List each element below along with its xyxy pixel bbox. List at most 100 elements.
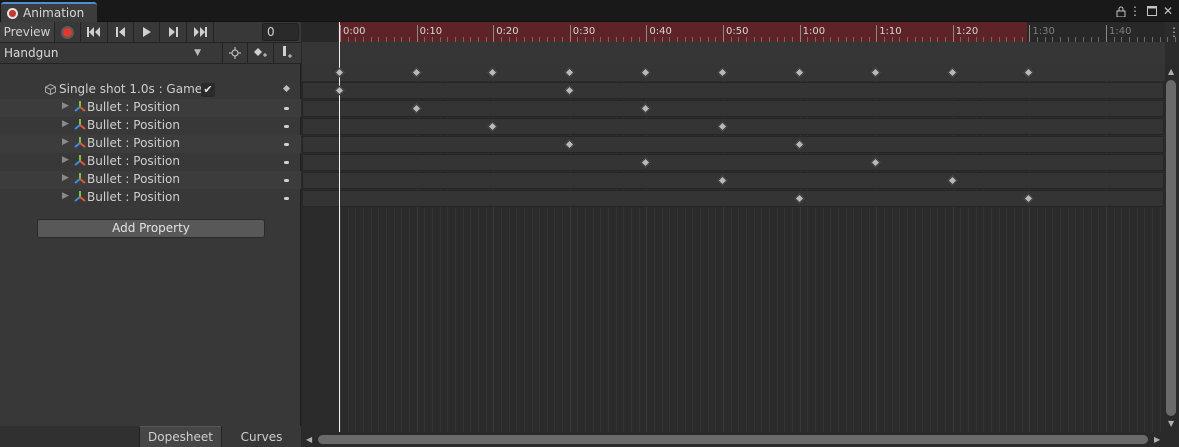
scroll-right-icon[interactable]: ▶ — [1154, 435, 1160, 444]
gameobject-cube-icon — [45, 84, 56, 95]
record-button[interactable] — [55, 22, 81, 42]
add-keyframe-button[interactable] — [247, 43, 272, 63]
ruler-tick-label: 0:30 — [572, 26, 596, 37]
active-checkbox[interactable]: ✔ — [201, 83, 215, 97]
maximize-icon[interactable] — [1145, 4, 1159, 18]
window-tab-bar: Animation ⋮ ✕ — [0, 0, 1179, 22]
tab-curves[interactable]: Curves — [221, 426, 301, 447]
ruler-tick-label: 0:00 — [343, 26, 366, 37]
clip-toolbar: Handgun ▼ — [0, 43, 301, 64]
crosshair-icon — [229, 47, 241, 59]
keyframe-dot-icon[interactable] — [284, 107, 289, 110]
next-key-button[interactable] — [160, 22, 187, 42]
property-row-bullet[interactable]: ▶ Bullet : Position — [0, 189, 301, 207]
filter-by-selection-button[interactable] — [222, 43, 247, 63]
add-event-button[interactable] — [273, 43, 298, 63]
scroll-down-icon[interactable]: ▼ — [1168, 419, 1174, 428]
time-ruler[interactable]: 0:00 0:10 0:20 0:30 0:40 0:50 1:00 1:10 1:20 1:30… — [302, 22, 1176, 42]
prev-key-icon — [116, 27, 125, 37]
track-row[interactable] — [302, 190, 1164, 207]
property-row-bullet[interactable]: ▶ Bullet : Position — [0, 99, 301, 117]
vertical-scroll-thumb[interactable] — [1166, 80, 1176, 416]
keyframe-toggle-icon[interactable] — [282, 84, 291, 93]
playhead[interactable] — [339, 22, 340, 432]
animation-tab-label: Animation — [23, 6, 85, 20]
track-row[interactable] — [302, 154, 1164, 171]
track-row[interactable] — [302, 118, 1164, 135]
ruler-tick-label: 0:40 — [649, 26, 672, 37]
property-label: Bullet : Position — [87, 136, 180, 150]
keyframe-dot-icon[interactable] — [284, 143, 289, 146]
ruler-tick-label: 0:20 — [496, 26, 519, 37]
expand-arrow-icon[interactable]: ▶ — [62, 101, 69, 111]
property-row-object[interactable]: Single shot 1.0s : Game O ✔ — [0, 81, 301, 99]
keyframe-dot-icon[interactable] — [284, 161, 289, 164]
property-row-bullet[interactable]: ▶ Bullet : Position — [0, 135, 301, 153]
ruler-major-tick — [1106, 25, 1107, 42]
next-key-icon — [168, 27, 178, 37]
dopesheet-timeline[interactable]: 0:00 0:10 0:20 0:30 0:40 0:50 1:00 1:10 1:20 1:30… — [302, 22, 1179, 447]
frame-field[interactable]: 0 — [262, 23, 299, 41]
property-panel: Preview 0 Handgun ▼ Single shot 1.0s: G… — [0, 22, 301, 447]
first-key-button[interactable] — [81, 22, 108, 42]
play-button[interactable] — [134, 22, 160, 42]
event-lane[interactable] — [302, 42, 1165, 64]
scroll-up-icon[interactable]: ▲ — [1168, 67, 1174, 76]
expand-arrow-icon[interactable]: ▶ — [62, 119, 69, 129]
ruler-major-tick — [493, 25, 495, 42]
ruler-tick-label: 1:10 — [879, 26, 902, 37]
clip-dropdown[interactable]: Handgun ▼ — [0, 43, 209, 63]
ruler-tick-label: 0:10 — [419, 26, 443, 37]
property-label: Bullet : Position — [87, 118, 180, 132]
property-row-bullet[interactable]: ▶ Bullet : Position — [0, 153, 301, 171]
ruler-tick-label: 1:30 — [1032, 26, 1055, 37]
view-mode-tabs: Dopesheet Curves — [0, 426, 301, 447]
expand-arrow-icon[interactable]: ▶ — [62, 155, 69, 165]
close-icon[interactable]: ✕ — [1161, 4, 1175, 18]
keyframe-dot-icon[interactable] — [284, 197, 289, 200]
horizontal-scroll-thumb[interactable] — [318, 435, 1148, 444]
property-label: Single shot 1.0s : Game O — [59, 82, 216, 96]
transform-axes-icon — [74, 155, 86, 166]
transform-axes-icon — [74, 191, 86, 202]
ruler-major-tick — [569, 25, 571, 42]
expand-arrow-icon[interactable]: ▶ — [62, 137, 69, 147]
keyframe-dot-icon[interactable] — [284, 179, 289, 182]
scroll-left-icon[interactable]: ◀ — [306, 435, 312, 444]
ruler-tick-label: 0:50 — [726, 26, 749, 37]
last-key-icon — [194, 27, 207, 37]
ruler-major-tick — [416, 25, 418, 42]
track-row[interactable] — [302, 100, 1164, 117]
property-row-bullet[interactable]: ▶ Bullet : Position — [0, 171, 301, 189]
ruler-major-tick — [1029, 25, 1031, 42]
ruler-major-tick — [952, 25, 954, 42]
ruler-major-tick — [723, 25, 724, 42]
ruler-tick-label: 1:00 — [802, 26, 826, 37]
add-keyframe-icon — [254, 48, 267, 57]
animation-tab[interactable]: Animation — [1, 2, 97, 22]
expand-arrow-icon[interactable]: ▶ — [62, 173, 69, 183]
track-row[interactable] — [302, 172, 1164, 189]
lock-icon[interactable] — [1114, 4, 1128, 18]
property-label: Bullet : Position — [87, 100, 180, 114]
property-row-bullet[interactable]: ▶ Bullet : Position — [0, 117, 301, 135]
expand-arrow-icon[interactable]: ▶ — [62, 191, 69, 201]
preview-button[interactable]: Preview — [0, 22, 55, 42]
property-label: Bullet : Position — [87, 154, 180, 168]
timeline-menu-icon[interactable]: ⋮ — [1168, 25, 1179, 39]
ruler-tick-label: 1:40 — [1109, 26, 1132, 37]
track-row[interactable] — [302, 82, 1164, 99]
menu-icon[interactable]: ⋮ — [1128, 4, 1142, 18]
keyframe-dot-icon[interactable] — [284, 125, 289, 128]
track-row[interactable] — [302, 136, 1164, 153]
add-property-button[interactable]: Add Property — [37, 219, 265, 238]
property-label: Bullet : Position — [87, 172, 180, 186]
ruler-tick-label: 1:20 — [955, 26, 979, 37]
last-key-button[interactable] — [187, 22, 214, 42]
tab-dopesheet[interactable]: Dopesheet — [139, 426, 221, 447]
summary-row[interactable] — [302, 64, 1165, 81]
clip-name: Handgun — [4, 46, 59, 60]
prev-key-button[interactable] — [108, 22, 134, 42]
ruler-major-tick — [876, 25, 878, 42]
add-event-icon — [283, 46, 292, 58]
